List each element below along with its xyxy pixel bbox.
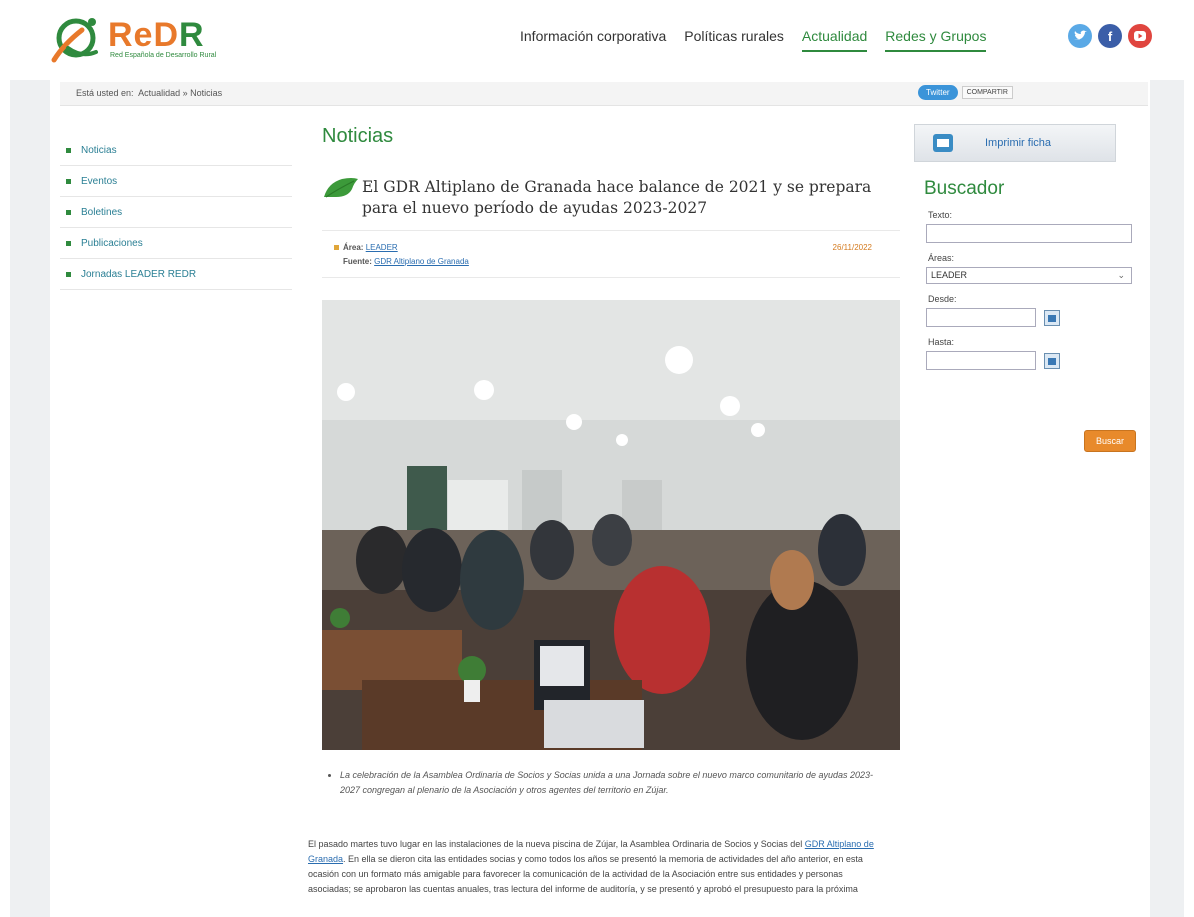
body-text-2: . En ella se dieron cita las entidades s… — [308, 854, 863, 894]
nav-redes-y-grupos[interactable]: Redes y Grupos — [885, 28, 987, 52]
sidebar-item-noticias[interactable]: Noticias — [60, 135, 292, 166]
sidebar-item-label: Eventos — [81, 175, 118, 187]
article-title: El GDR Altiplano de Granada hace balance… — [362, 178, 872, 217]
buscador-title: Buscador — [924, 178, 1005, 199]
areas-select[interactable]: LEADER ⌄ — [926, 267, 1132, 284]
sidebar-item-eventos[interactable]: Eventos — [60, 166, 292, 197]
nav-informacion-corporativa[interactable]: Información corporativa — [520, 28, 666, 52]
desde-row — [926, 308, 1138, 327]
texto-label: Texto: — [928, 210, 953, 220]
hasta-input[interactable] — [926, 351, 1036, 370]
texto-input[interactable] — [926, 224, 1132, 243]
compartir-button[interactable]: COMPARTIR — [961, 86, 1013, 99]
article-body: El pasado martes tuvo lugar en las insta… — [308, 837, 880, 897]
hasta-label: Hasta: — [928, 337, 955, 347]
desde-input[interactable] — [926, 308, 1036, 327]
area-link[interactable]: LEADER — [366, 243, 398, 252]
calendar-icon[interactable] — [1044, 309, 1060, 326]
bullet-icon — [66, 240, 71, 246]
printer-icon — [933, 134, 953, 152]
article-photo — [322, 300, 900, 750]
youtube-icon[interactable] — [1128, 24, 1152, 48]
areas-label: Áreas: — [928, 253, 955, 263]
breadcrumb-prefix: Está usted en: — [76, 88, 134, 98]
facebook-icon[interactable]: f — [1098, 24, 1122, 48]
right-sidebar: Imprimir ficha Buscador Texto: Áreas: LE… — [914, 124, 1138, 452]
article-date: 26/11/2022 — [832, 243, 872, 252]
twitter-icon[interactable] — [1068, 24, 1092, 48]
sidebar-item-label: Noticias — [81, 144, 117, 156]
redr-logo[interactable]: ReDR Red Española de Desarrollo Rural — [48, 8, 248, 70]
areas-selected-value: LEADER — [931, 270, 968, 280]
buscar-button[interactable]: Buscar — [1084, 430, 1136, 452]
redr-logo-icon — [51, 18, 98, 63]
photo-caption: La celebración de la Asamblea Ordinaria … — [340, 768, 882, 798]
article-meta: Área: LEADER Fuente: GDR Altiplano de Gr… — [322, 230, 900, 278]
leaf-icon — [324, 178, 358, 198]
nav-politicas-rurales[interactable]: Políticas rurales — [684, 28, 784, 52]
fuente-link[interactable]: GDR Altiplano de Granada — [374, 257, 469, 266]
main-nav: Información corporativa Políticas rurale… — [520, 28, 987, 52]
site-header: ReDR Red Española de Desarrollo Rural In… — [0, 0, 1194, 80]
main-content: Noticias El GDR Altiplano de Granada hac… — [308, 125, 900, 894]
meta-fuente: Fuente: GDR Altiplano de Granada — [343, 257, 469, 266]
nav-actualidad[interactable]: Actualidad — [801, 28, 868, 52]
sidebar-item-boletines[interactable]: Boletines — [60, 197, 292, 228]
sidebar-item-label: Jornadas LEADER REDR — [81, 268, 197, 280]
breadcrumb-bar: Está usted en: Actualidad » Noticias Twi… — [60, 82, 1148, 106]
square-icon — [334, 245, 339, 250]
breadcrumb-path[interactable]: Actualidad » Noticias — [138, 88, 222, 98]
compartir-label: COMPARTIR — [966, 89, 1008, 96]
logo-wordmark: ReDR — [108, 16, 205, 54]
share-buttons: Twitter COMPARTIR — [918, 85, 1013, 100]
print-label: Imprimir ficha — [985, 137, 1052, 149]
sidebar-item-publicaciones[interactable]: Publicaciones — [60, 228, 292, 259]
print-button[interactable]: Imprimir ficha — [914, 124, 1116, 162]
section-title: Noticias — [322, 125, 394, 147]
social-links: f — [1068, 24, 1152, 48]
bullet-icon — [66, 147, 71, 153]
logo-subtitle: Red Española de Desarrollo Rural — [110, 52, 217, 59]
body-text-1: El pasado martes tuvo lugar en las insta… — [308, 839, 805, 849]
breadcrumb: Está usted en: Actualidad » Noticias — [76, 88, 222, 98]
area-label: Área: — [343, 243, 364, 252]
twitter-share-button[interactable]: Twitter — [918, 85, 958, 100]
bullet-icon — [66, 178, 71, 184]
left-sidebar: Noticias Eventos Boletines Publicaciones… — [60, 135, 292, 290]
meta-area: Área: LEADER — [334, 243, 398, 252]
sidebar-item-label: Boletines — [81, 206, 123, 218]
hasta-row — [926, 351, 1138, 370]
sidebar-item-jornadas-leader[interactable]: Jornadas LEADER REDR — [60, 259, 292, 290]
sidebar-item-label: Publicaciones — [81, 237, 143, 249]
bullet-icon — [66, 271, 71, 277]
calendar-icon[interactable] — [1044, 352, 1060, 369]
desde-label: Desde: — [928, 294, 957, 304]
bullet-icon — [66, 209, 71, 215]
chevron-down-icon: ⌄ — [1117, 270, 1125, 280]
photo-caption-list: La celebración de la Asamblea Ordinaria … — [332, 768, 882, 798]
fuente-label: Fuente: — [343, 257, 372, 266]
